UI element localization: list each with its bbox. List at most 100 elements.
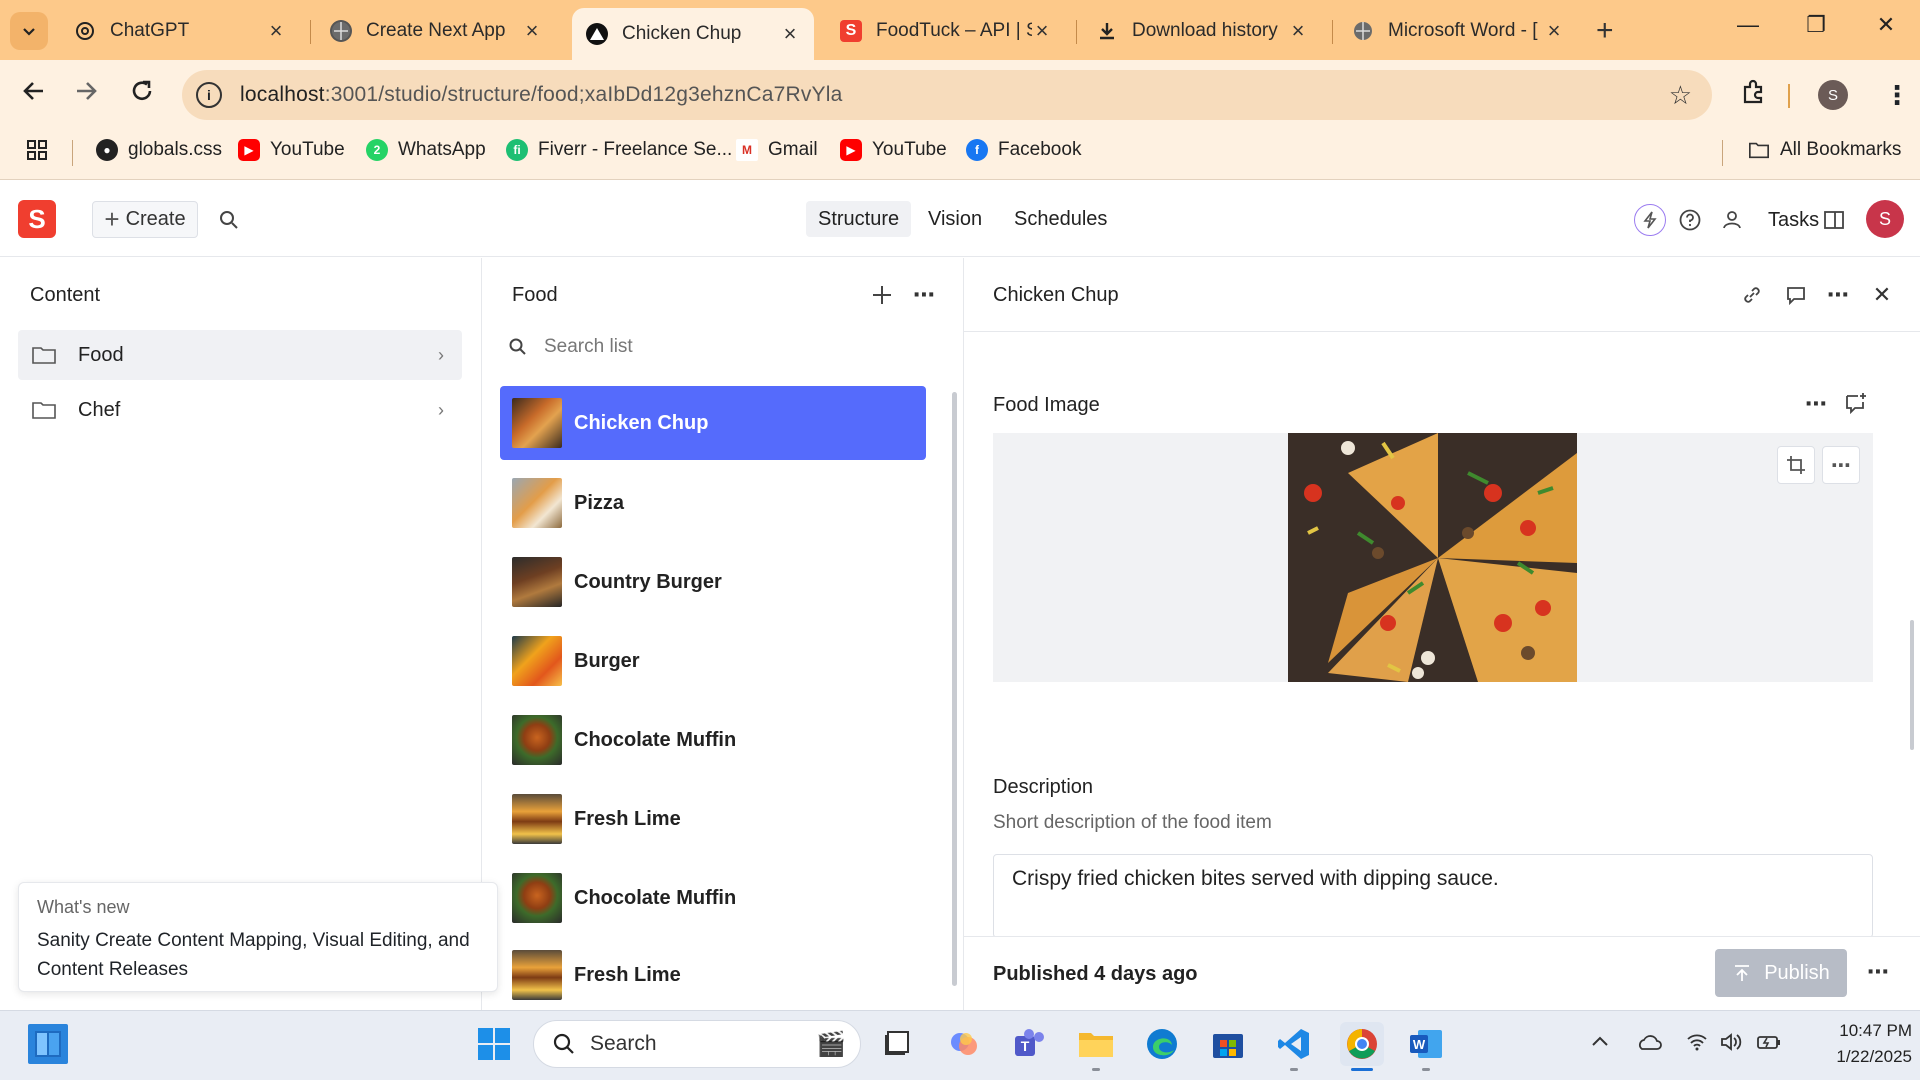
tab-download-history[interactable]: Download history × xyxy=(1082,8,1322,54)
content-item-food[interactable]: Food › xyxy=(18,330,462,380)
close-tab-icon[interactable]: × xyxy=(1288,18,1308,44)
tab-chicken-chup[interactable]: Chicken Chup × xyxy=(572,8,814,60)
clock-time: 10:47 PM xyxy=(1839,1021,1912,1040)
vscode-icon[interactable] xyxy=(1274,1024,1314,1064)
add-document-icon[interactable] xyxy=(868,281,896,309)
minimize-button[interactable]: — xyxy=(1728,12,1768,38)
nav-vision[interactable]: Vision xyxy=(916,201,994,237)
teams-icon[interactable]: T xyxy=(1010,1024,1050,1064)
search-icon[interactable] xyxy=(215,206,243,234)
sanity-logo[interactable]: S xyxy=(18,200,56,238)
restore-button[interactable]: ❐ xyxy=(1796,12,1836,38)
publish-button[interactable]: Publish xyxy=(1715,949,1847,997)
food-item[interactable]: Chicken Chup xyxy=(500,386,926,460)
taskbar-search[interactable]: Search 🎬 xyxy=(533,1020,861,1068)
back-button[interactable] xyxy=(14,78,54,111)
wifi-icon[interactable] xyxy=(1686,1032,1708,1058)
tab-search-button[interactable] xyxy=(10,12,48,50)
close-tab-icon[interactable]: × xyxy=(1032,18,1052,44)
word-icon[interactable]: W xyxy=(1406,1024,1446,1064)
tab-create-next-app[interactable]: Create Next App × xyxy=(316,8,556,54)
crop-icon[interactable] xyxy=(1777,446,1815,484)
close-tab-icon[interactable]: × xyxy=(1544,18,1564,44)
extensions-button[interactable] xyxy=(1740,78,1768,111)
help-icon[interactable] xyxy=(1676,206,1704,234)
battery-icon[interactable] xyxy=(1756,1032,1782,1058)
bookmark-gmail[interactable]: M Gmail xyxy=(736,139,818,161)
task-view-icon[interactable] xyxy=(876,1024,916,1064)
link-icon[interactable] xyxy=(1738,281,1766,309)
food-thumbnail xyxy=(512,715,562,765)
comment-icon[interactable] xyxy=(1782,281,1810,309)
food-item[interactable]: Country Burger xyxy=(500,545,926,619)
site-info-icon[interactable]: i xyxy=(196,82,222,108)
forward-button[interactable] xyxy=(66,78,106,111)
bookmark-star-icon[interactable]: ☆ xyxy=(1669,80,1692,111)
bookmark-youtube-2[interactable]: ▶ YouTube xyxy=(840,139,947,161)
description-textarea[interactable]: Crispy fried chicken bites served with d… xyxy=(993,854,1873,938)
content-item-chef[interactable]: Chef › xyxy=(18,385,462,435)
bookmark-fiverr[interactable]: fi Fiverr - Freelance Se... xyxy=(506,139,732,161)
content-pane-title: Content xyxy=(30,284,101,306)
bookmark-globals-css[interactable]: ● globals.css xyxy=(96,139,222,161)
add-comment-icon[interactable] xyxy=(1842,389,1870,417)
field-menu-icon[interactable]: ⋯ xyxy=(1802,390,1830,418)
browser-menu-icon[interactable]: ⋮ xyxy=(1884,80,1910,111)
user-avatar[interactable]: S xyxy=(1866,200,1904,238)
all-bookmarks[interactable]: All Bookmarks xyxy=(1748,139,1901,161)
search-list-placeholder: Search list xyxy=(544,336,633,357)
ai-assist-icon[interactable] xyxy=(1634,204,1666,236)
split-pane-icon[interactable] xyxy=(1820,206,1848,234)
tray-overflow-icon[interactable] xyxy=(1590,1032,1610,1058)
close-tab-icon[interactable]: × xyxy=(522,18,542,44)
food-item[interactable]: Chocolate Muffin xyxy=(500,703,926,777)
close-tab-icon[interactable]: × xyxy=(266,18,286,44)
system-clock[interactable]: 10:47 PM 1/22/2025 xyxy=(1808,1018,1912,1070)
nav-structure[interactable]: Structure xyxy=(806,201,912,237)
bookmark-facebook[interactable]: f Facebook xyxy=(966,139,1081,161)
edge-icon[interactable] xyxy=(1142,1024,1182,1064)
svg-text:W: W xyxy=(1413,1037,1426,1052)
apps-grid-icon[interactable] xyxy=(26,139,48,161)
tasks-button[interactable]: Tasks xyxy=(1768,209,1819,232)
chrome-icon[interactable] xyxy=(1340,1022,1384,1066)
food-list-scrollbar[interactable] xyxy=(952,392,957,986)
profile-avatar[interactable]: S xyxy=(1818,80,1848,110)
publish-icon xyxy=(1735,965,1750,981)
onedrive-icon[interactable] xyxy=(1636,1032,1662,1058)
pane-menu-icon[interactable]: ⋯ xyxy=(910,281,938,309)
reload-button[interactable] xyxy=(122,78,162,111)
tab-foodtuck-api[interactable]: S FoodTuck – API | S × xyxy=(826,8,1066,54)
close-tab-icon[interactable]: × xyxy=(780,21,800,47)
image-menu-icon[interactable]: ⋯ xyxy=(1822,446,1860,484)
close-window-button[interactable]: ✕ xyxy=(1866,12,1906,38)
whats-new-card[interactable]: What's new Sanity Create Content Mapping… xyxy=(18,882,498,992)
document-scrollbar[interactable] xyxy=(1910,620,1914,750)
presence-icon[interactable] xyxy=(1718,206,1746,234)
nav-schedules[interactable]: Schedules xyxy=(1002,201,1119,237)
create-button[interactable]: + Create xyxy=(92,201,198,238)
document-actions-menu-icon[interactable]: ⋯ xyxy=(1864,958,1892,986)
microsoft-store-icon[interactable] xyxy=(1208,1024,1248,1064)
food-item[interactable]: Fresh Lime xyxy=(500,782,926,856)
food-item[interactable]: Burger xyxy=(500,624,926,698)
bookmark-whatsapp[interactable]: 2 WhatsApp xyxy=(366,139,486,161)
file-explorer-icon[interactable] xyxy=(1076,1024,1116,1064)
tab-microsoft-word[interactable]: Microsoft Word - [ × xyxy=(1338,8,1578,54)
food-item[interactable]: Chocolate Muffin xyxy=(500,861,926,935)
search-list-input[interactable]: Search list xyxy=(508,336,633,358)
new-tab-button[interactable]: + xyxy=(1596,14,1614,48)
food-item[interactable]: Fresh Lime xyxy=(500,940,926,1010)
puzzle-icon xyxy=(1743,79,1763,104)
tab-chatgpt[interactable]: ChatGPT × xyxy=(60,8,300,54)
copilot-icon[interactable] xyxy=(944,1024,984,1064)
volume-icon[interactable] xyxy=(1720,1032,1744,1058)
food-item[interactable]: Pizza xyxy=(500,466,926,540)
close-pane-icon[interactable]: ✕ xyxy=(1868,281,1896,309)
windows-start-icon[interactable] xyxy=(474,1024,514,1064)
bookmarks-divider xyxy=(1722,140,1723,166)
address-bar[interactable]: i localhost:3001/studio/structure/food;x… xyxy=(182,70,1712,120)
document-menu-icon[interactable]: ⋯ xyxy=(1824,281,1852,309)
bookmark-youtube[interactable]: ▶ YouTube xyxy=(238,139,345,161)
widgets-icon[interactable] xyxy=(28,1024,68,1064)
